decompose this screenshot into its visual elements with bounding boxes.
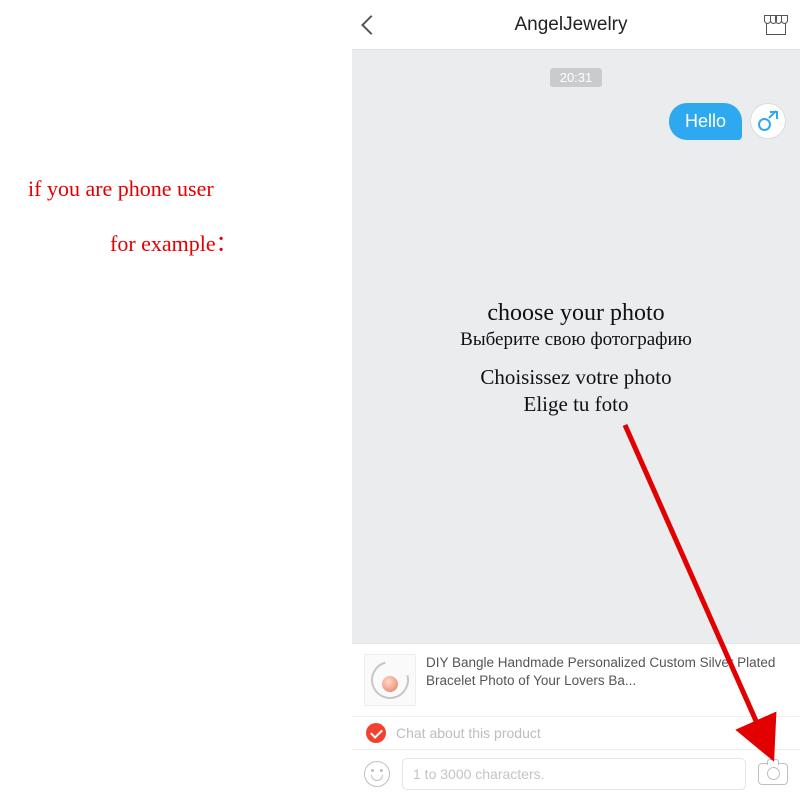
avatar[interactable] xyxy=(750,103,786,139)
chat-about-row[interactable]: Chat about this product xyxy=(352,716,800,749)
shop-button[interactable] xyxy=(764,15,788,35)
input-bar xyxy=(352,749,800,800)
annotation-for-example: for example： xyxy=(110,226,238,258)
message-bubble-outgoing: Hello xyxy=(669,103,742,140)
instruction-ru: Выберите свою фотографию xyxy=(352,329,800,351)
product-title: DIY Bangle Handmade Personalized Custom … xyxy=(426,654,788,690)
chat-body[interactable]: 20:31 Hello choose your photo Выберите с… xyxy=(352,50,800,643)
message-timestamp: 20:31 xyxy=(550,68,603,87)
product-thumbnail xyxy=(364,654,416,706)
annotation-phone-user: if you are phone user xyxy=(28,176,214,202)
product-card[interactable]: DIY Bangle Handmade Personalized Custom … xyxy=(352,643,800,716)
chat-header: AngelJewelry xyxy=(352,0,800,50)
male-symbol-icon xyxy=(758,111,778,131)
phone-panel: AngelJewelry 20:31 Hello choose your pho… xyxy=(352,0,800,800)
instruction-fr: Choisissez votre photo xyxy=(352,365,800,390)
instruction-overlay: choose your photo Выберите свою фотограф… xyxy=(352,300,800,417)
smiley-icon xyxy=(364,761,390,787)
message-input[interactable] xyxy=(402,758,746,790)
instruction-es: Elige tu foto xyxy=(352,392,800,417)
message-row: Hello xyxy=(366,103,786,140)
back-button[interactable] xyxy=(364,18,378,32)
camera-button[interactable] xyxy=(758,763,788,785)
chat-about-label: Chat about this product xyxy=(396,725,541,741)
shop-icon xyxy=(764,15,788,35)
camera-icon xyxy=(758,763,788,785)
check-badge-icon xyxy=(366,723,386,743)
emoji-button[interactable] xyxy=(364,761,390,787)
instruction-en: choose your photo xyxy=(352,300,800,327)
chat-title: AngelJewelry xyxy=(378,14,764,36)
